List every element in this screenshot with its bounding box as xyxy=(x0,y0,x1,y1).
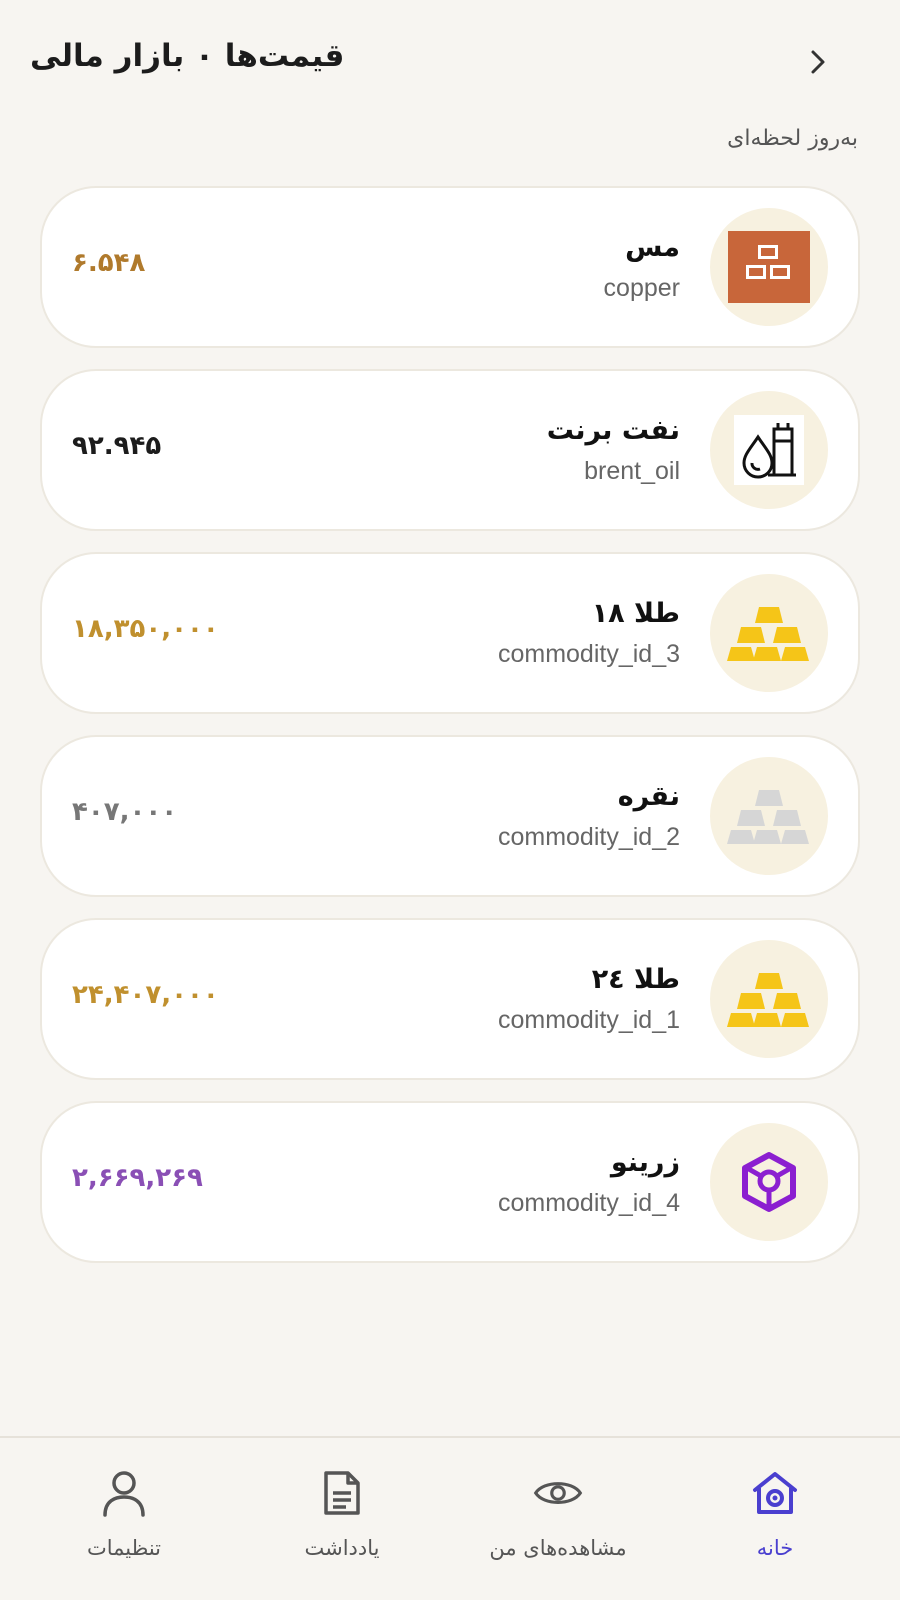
commodity-price: ۶.۵۴۸ xyxy=(72,248,146,278)
gold-icon-wrap xyxy=(710,574,828,692)
commodity-price: ۹۲.۹۴۵ xyxy=(72,431,162,461)
zarino-cube-icon xyxy=(742,1152,796,1212)
gold-bars-icon xyxy=(727,607,809,661)
nav-label: تنظیمات xyxy=(86,1536,162,1560)
commodity-id: commodity_id_4 xyxy=(497,1189,680,1217)
back-button[interactable] xyxy=(796,40,840,84)
commodity-price: ۲,۶۶۹,۲۶۹ xyxy=(72,1163,203,1193)
gold-bars-icon xyxy=(727,973,809,1027)
copper-icon-wrap xyxy=(710,208,828,326)
zarino-icon-wrap xyxy=(710,1123,828,1241)
commodity-card-gold-18[interactable]: طلا ۱۸ commodity_id_3 ۱۸,۳۵۰,۰۰۰ xyxy=(40,552,860,714)
nav-item-home[interactable]: خانه xyxy=(675,1468,875,1578)
commodity-id: brent_oil xyxy=(584,457,680,485)
silver-bars-icon xyxy=(727,790,809,844)
commodity-card-gold-24[interactable]: طلا ۲٤ commodity_id_1 ۲۴,۴۰۷,۰۰۰ xyxy=(40,918,860,1080)
page-title: قیمت‌ها ۰ بازار مالی xyxy=(30,38,345,74)
nav-label: خانه xyxy=(756,1536,794,1560)
commodity-name: طلا ۱۸ xyxy=(591,598,680,629)
silver-icon-wrap xyxy=(710,757,828,875)
chevron-right-icon xyxy=(811,50,825,74)
commodity-card-silver[interactable]: نقره commodity_id_2 ۴۰۷,۰۰۰ xyxy=(40,735,860,897)
live-update-label: به‌روز لحظه‌ای xyxy=(727,126,858,151)
nav-item-settings[interactable]: تنظیمات xyxy=(24,1468,224,1578)
nav-label: مشاهده‌های من xyxy=(489,1536,627,1560)
commodity-id: commodity_id_1 xyxy=(497,1006,680,1034)
commodity-name: زرینو xyxy=(610,1147,680,1178)
gold-icon-wrap xyxy=(710,940,828,1058)
home-icon xyxy=(750,1468,800,1518)
commodity-id: commodity_id_2 xyxy=(497,823,680,851)
commodity-name: نقره xyxy=(617,781,680,812)
header: قیمت‌ها ۰ بازار مالی xyxy=(0,0,900,120)
oil-icon-wrap xyxy=(710,391,828,509)
nav-item-notes[interactable]: یادداشت xyxy=(242,1468,442,1578)
user-icon xyxy=(99,1468,149,1518)
app-screen: قیمت‌ها ۰ بازار مالی به‌روز لحظه‌ای xyxy=(0,0,900,1600)
copper-bars-icon xyxy=(728,231,810,303)
commodity-name: نفت برنت xyxy=(546,415,680,446)
commodity-card-zarino[interactable]: زرینو commodity_id_4 ۲,۶۶۹,۲۶۹ xyxy=(40,1101,860,1263)
commodity-price: ۲۴,۴۰۷,۰۰۰ xyxy=(72,980,219,1010)
document-icon xyxy=(317,1468,367,1518)
commodity-name: طلا ۲٤ xyxy=(591,964,680,995)
commodity-id: copper xyxy=(603,274,680,302)
nav-item-watchlist[interactable]: مشاهده‌های من xyxy=(458,1468,658,1578)
commodity-card-copper[interactable]: مس copper ۶.۵۴۸ xyxy=(40,186,860,348)
oil-drop-icon xyxy=(734,415,804,485)
commodity-id: commodity_id_3 xyxy=(497,640,680,668)
commodity-list: مس copper ۶.۵۴۸ نفت برنت brent_oil ۹۲.۹۴… xyxy=(40,186,860,1284)
commodity-price: ۱۸,۳۵۰,۰۰۰ xyxy=(72,614,219,644)
commodity-name: مس xyxy=(625,232,680,263)
commodity-price: ۴۰۷,۰۰۰ xyxy=(72,797,178,827)
bottom-nav: خانه مشاهده‌های من یادداش xyxy=(0,1436,900,1600)
eye-icon xyxy=(533,1468,583,1518)
commodity-card-brent-oil[interactable]: نفت برنت brent_oil ۹۲.۹۴۵ xyxy=(40,369,860,531)
nav-label: یادداشت xyxy=(304,1536,380,1560)
